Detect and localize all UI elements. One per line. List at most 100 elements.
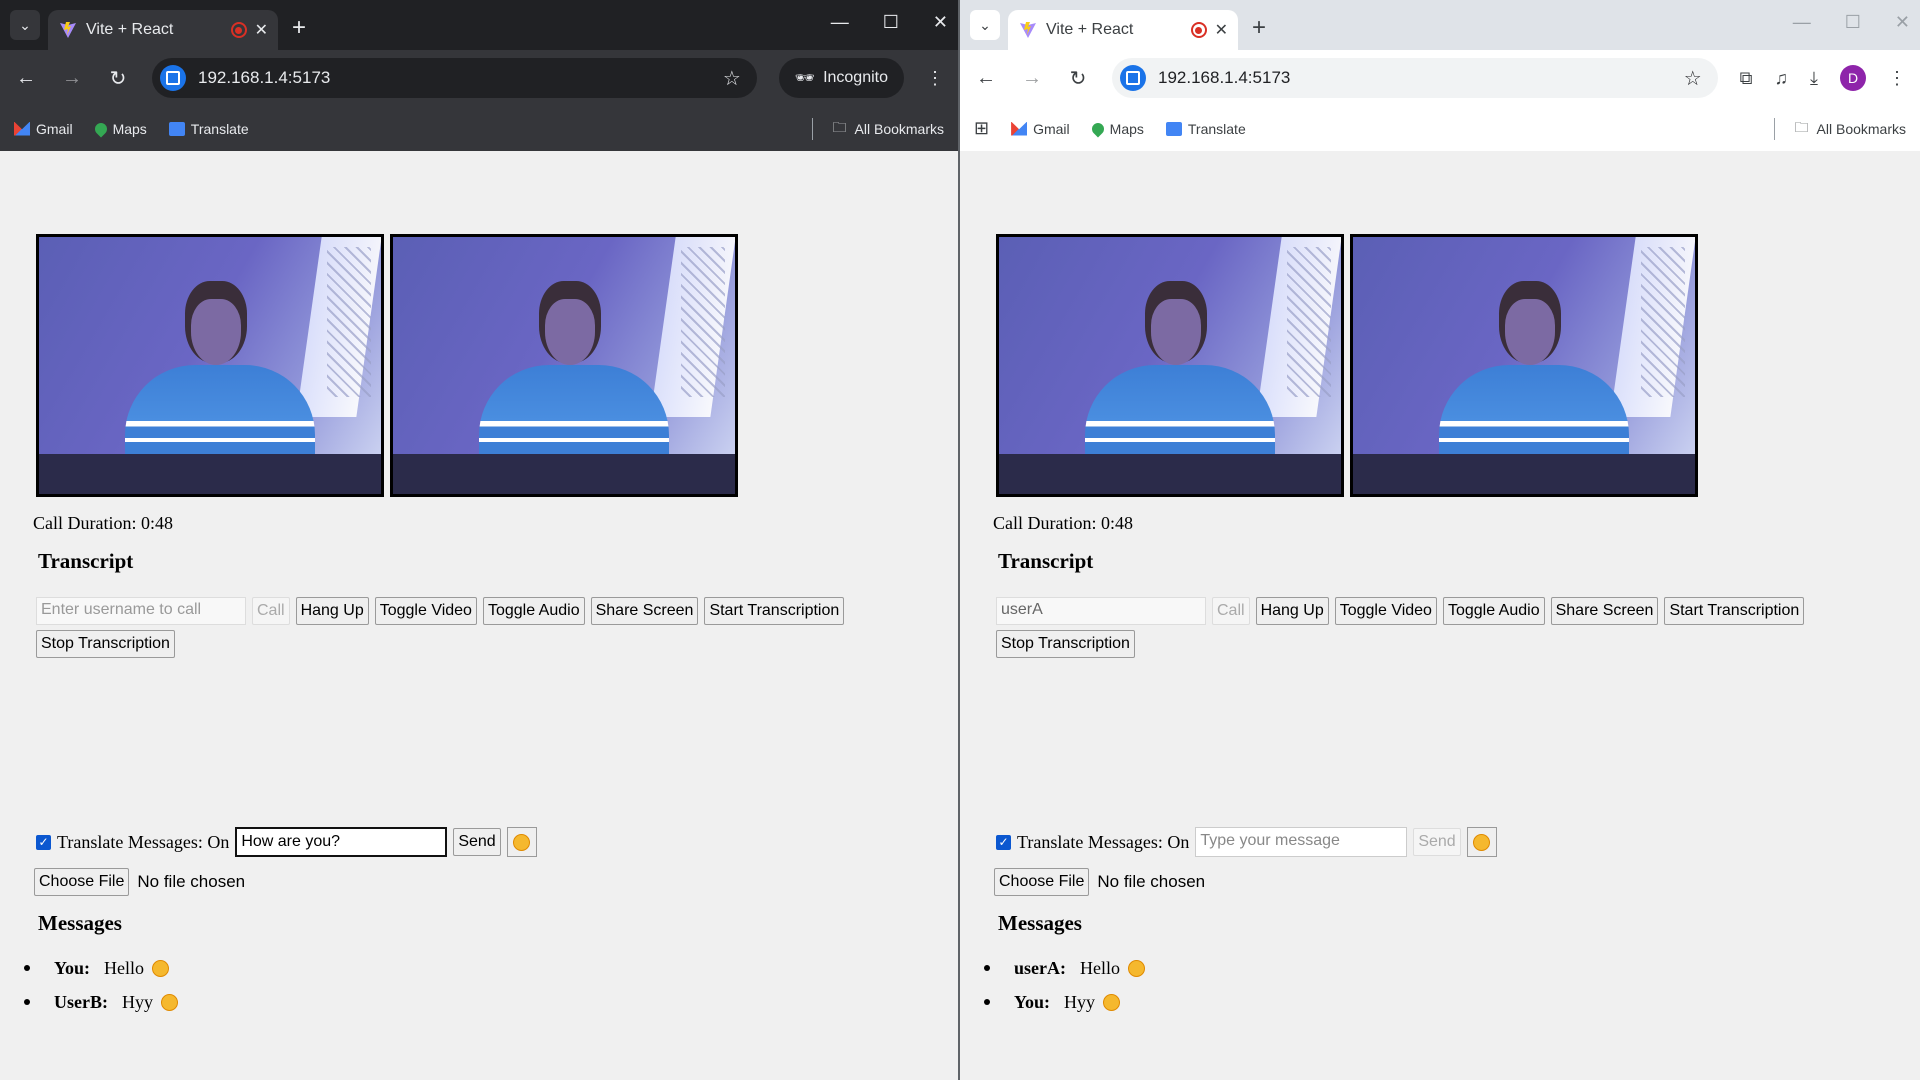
file-row: Choose File No file chosen [994,868,1205,896]
stop-transcription-button[interactable]: Stop Transcription [996,630,1135,658]
messages-heading: Messages [38,911,122,935]
bookmark-star-icon[interactable]: ☆ [723,66,741,91]
maximize-icon[interactable]: ☐ [1845,12,1861,33]
message-sender: You: [54,957,91,978]
new-tab-button[interactable]: + [292,14,306,42]
toggle-video-button[interactable]: Toggle Video [374,597,477,625]
back-icon[interactable]: ← [974,67,998,90]
close-tab-icon[interactable]: ✕ [255,20,268,40]
browser-tab[interactable]: Vite + React ✕ [1008,10,1238,50]
forward-icon[interactable]: → [1020,67,1044,90]
toolbar: ← → ↻ 192.168.1.4:5173 ☆ ⧉ ♫ ⤓ D ⋮ [960,50,1920,106]
maps-icon [92,120,110,137]
video-desk [393,454,735,494]
emoji-button[interactable] [506,827,537,857]
toggle-audio-button[interactable]: Toggle Audio [482,597,585,625]
menu-icon[interactable]: ⋮ [926,68,944,89]
close-window-icon[interactable]: ✕ [933,12,948,33]
translate-checkbox[interactable]: ✓ [36,834,51,850]
folder-icon: 🗀 [1794,118,1809,135]
start-transcription-button[interactable]: Start Transcription [704,597,845,625]
address-bar[interactable]: 192.168.1.4:5173 ☆ [152,58,757,98]
minimize-icon[interactable]: — [1793,12,1811,33]
bookmark-star-icon[interactable]: ☆ [1684,66,1702,91]
forward-icon[interactable]: → [60,67,84,90]
emoji-button[interactable] [1466,827,1497,857]
smiley-icon [152,959,170,977]
toggle-audio-button[interactable]: Toggle Audio [1442,597,1545,625]
transcript-heading: Transcript [38,549,134,573]
profile-avatar[interactable]: D [1840,65,1866,91]
back-icon[interactable]: ← [14,67,38,90]
bookmark-gmail[interactable]: Gmail [1011,121,1070,137]
media-controls-icon[interactable]: ♫ [1775,68,1789,89]
video-container [996,234,1698,497]
username-input[interactable]: userA [996,597,1206,625]
all-bookmarks[interactable]: 🗀 All Bookmarks [1773,117,1906,141]
address-bar[interactable]: 192.168.1.4:5173 ☆ [1112,58,1718,98]
all-bookmarks[interactable]: 🗀 All Bookmarks [811,117,944,141]
start-transcription-button[interactable]: Start Transcription [1664,597,1805,625]
choose-file-button[interactable]: Choose File [34,868,130,896]
menu-icon[interactable]: ⋮ [1888,68,1906,89]
reload-icon[interactable]: ↻ [106,66,130,91]
desktop: ⌄ Vite + React ✕ + — ☐ ✕ ← → ↻ 192.168.1… [0,0,1920,1080]
browser-tab[interactable]: Vite + React ✕ [48,10,278,50]
tab-title: Vite + React [1046,21,1134,38]
bookmark-translate[interactable]: Translate [1165,121,1246,137]
maximize-icon[interactable]: ☐ [883,12,899,33]
call-button[interactable]: Call [1212,597,1250,625]
message-text: Hello [104,957,145,978]
tab-title: Vite + React [86,21,174,38]
message-input[interactable]: Type your message [1195,827,1408,857]
messages-list: userA: Hello You: Hyy [984,951,1145,1019]
translate-icon [168,121,185,136]
tab-search-button[interactable]: ⌄ [10,10,40,40]
bookmark-maps[interactable]: Maps [1089,120,1144,137]
hang-up-button[interactable]: Hang Up [295,597,369,625]
message-input[interactable]: How are you? [235,827,448,857]
reload-icon[interactable]: ↻ [1066,66,1090,91]
bookmark-translate[interactable]: Translate [168,120,249,137]
hang-up-button[interactable]: Hang Up [1255,597,1329,625]
site-info-icon[interactable] [1120,65,1146,91]
video-person-face [1505,299,1555,365]
message-item: userA: Hello [984,951,1145,985]
extensions-icon[interactable]: ⧉ [1740,68,1753,89]
translate-checkbox[interactable]: ✓ [996,834,1011,850]
messages-heading: Messages [998,911,1082,935]
call-button[interactable]: Call [252,597,290,625]
url-text: 192.168.1.4:5173 [198,68,331,87]
incognito-badge[interactable]: 🕶 Incognito [778,58,904,98]
video-grill [1641,247,1685,397]
send-button[interactable]: Send [1413,828,1461,856]
file-status: No file chosen [1097,872,1206,891]
stop-transcription-button[interactable]: Stop Transcription [36,630,175,658]
bookmark-gmail[interactable]: Gmail [14,121,73,137]
video-desk [1353,454,1695,494]
site-info-icon[interactable] [160,65,186,91]
share-screen-button[interactable]: Share Screen [1550,597,1659,625]
send-button[interactable]: Send [453,828,501,856]
file-row: Choose File No file chosen [34,868,245,896]
close-window-icon[interactable]: ✕ [1895,12,1910,33]
local-video [996,234,1344,497]
new-tab-button[interactable]: + [1252,14,1266,42]
toggle-video-button[interactable]: Toggle Video [1334,597,1437,625]
share-screen-button[interactable]: Share Screen [590,597,699,625]
close-tab-icon[interactable]: ✕ [1215,20,1228,40]
choose-file-button[interactable]: Choose File [994,868,1090,896]
minimize-icon[interactable]: — [831,12,849,33]
apps-grid-icon[interactable]: ⊞ [974,118,989,139]
bookmark-label: Maps [112,120,147,137]
download-icon[interactable]: ⤓ [1810,68,1818,89]
chevron-down-icon: ⌄ [19,16,31,33]
bookmark-maps[interactable]: Maps [92,120,147,137]
tab-search-button[interactable]: ⌄ [970,10,1000,40]
bookmark-label: Translate [190,120,249,137]
file-status: No file chosen [137,872,246,891]
messages-list: You: Hello UserB: Hyy [24,951,178,1019]
translate-icon [1165,121,1182,136]
call-duration: Call Duration: 0:48 [33,513,173,533]
username-input[interactable]: Enter username to call [36,597,246,625]
